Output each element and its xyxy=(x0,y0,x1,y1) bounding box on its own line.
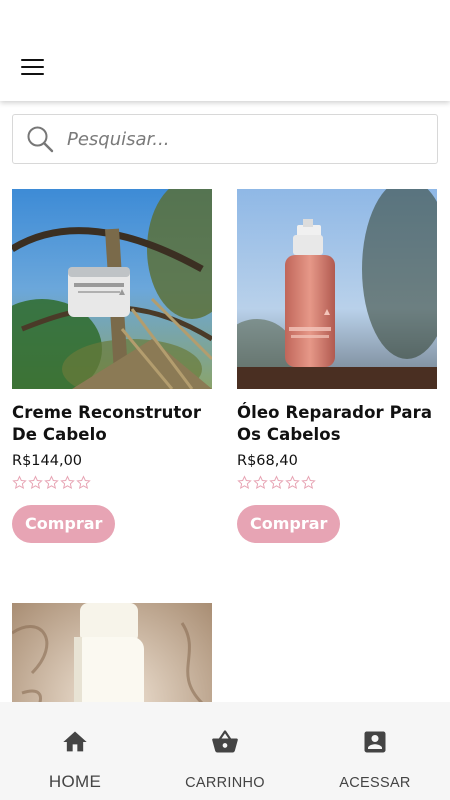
search-input[interactable] xyxy=(67,115,437,163)
nav-account[interactable]: ACESSAR xyxy=(300,702,450,800)
bottom-navigation: HOME CARRINHO ACESSAR xyxy=(0,702,450,800)
star-outline-icon xyxy=(44,475,59,489)
product-title[interactable]: Creme Reconstrutor De Cabelo xyxy=(12,402,212,446)
star-outline-icon xyxy=(237,475,252,489)
basket-icon xyxy=(212,730,238,753)
buy-button[interactable]: Comprar xyxy=(12,505,116,543)
nav-account-label: ACESSAR xyxy=(339,775,411,791)
home-icon xyxy=(63,731,87,752)
star-outline-icon xyxy=(60,475,75,489)
star-outline-icon xyxy=(301,475,316,489)
star-outline-icon xyxy=(28,475,43,489)
menu-line xyxy=(21,66,44,68)
star-outline-icon xyxy=(269,475,284,489)
nav-home-label: HOME xyxy=(48,772,102,791)
product-image[interactable] xyxy=(12,189,212,389)
nav-cart[interactable]: CARRINHO xyxy=(150,702,300,800)
star-outline-icon xyxy=(253,475,268,489)
star-outline-icon xyxy=(285,475,300,489)
product-card: Creme Reconstrutor De Cabelo R$144,00 Co… xyxy=(12,189,212,543)
star-outline-icon xyxy=(76,475,91,489)
nav-cart-label: CARRINHO xyxy=(185,775,265,791)
menu-line xyxy=(21,73,44,75)
search-bar xyxy=(12,114,438,164)
product-image[interactable] xyxy=(237,189,437,389)
product-price: R$68,40 xyxy=(237,453,298,469)
menu-line xyxy=(21,59,44,61)
buy-button[interactable]: Comprar xyxy=(237,505,341,543)
nav-home[interactable]: HOME xyxy=(0,702,150,800)
star-rating xyxy=(12,475,212,491)
product-title[interactable]: Óleo Reparador Para Os Cabelos xyxy=(237,402,437,446)
product-price: R$144,00 xyxy=(12,453,83,469)
account-box-icon xyxy=(364,731,386,753)
top-bar xyxy=(0,0,450,101)
hamburger-menu-icon[interactable] xyxy=(21,55,49,79)
star-outline-icon xyxy=(12,475,27,489)
search-icon[interactable] xyxy=(25,124,55,154)
star-rating xyxy=(237,475,437,491)
product-card: Óleo Reparador Para Os Cabelos R$68,40 C… xyxy=(237,189,437,543)
